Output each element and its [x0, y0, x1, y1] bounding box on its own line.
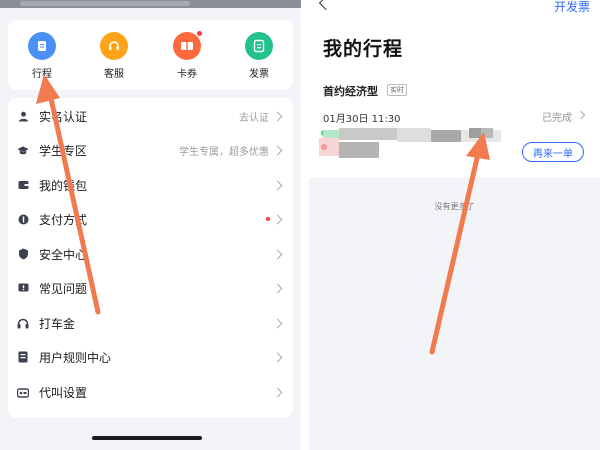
- settings-menu-card: 实名认证 去认证 学生专区 学生专属，超多优惠 我的钱包 支付方式 安全中心 常…: [8, 98, 293, 418]
- menu-item-label: 实名认证: [39, 109, 88, 124]
- chevron-right-icon: [272, 214, 283, 224]
- menu-item-student[interactable]: 学生专区 学生专属，超多优惠: [8, 133, 293, 167]
- menu-item-label: 学生专区: [39, 143, 88, 158]
- menu-item-value: 去认证: [239, 112, 269, 124]
- menu-item-label: 用户规则中心: [39, 350, 112, 365]
- ticket-icon: [173, 31, 202, 60]
- chevron-right-icon: [272, 111, 283, 121]
- wallet-icon: [17, 179, 29, 191]
- trip-time: 01月30日 11:30: [323, 114, 401, 125]
- menu-item-value: 学生专属，超多优惠: [179, 146, 269, 158]
- trip-list-footer: 没有更多了: [309, 178, 600, 450]
- screenshot-stage: 行程 客服 卡券 发票 实名认证 去认证 学生专区 学生专属，超多优惠 我的钱包…: [0, 0, 600, 450]
- quick-action-service[interactable]: 客服: [84, 32, 144, 80]
- quick-action-trip[interactable]: 行程: [12, 32, 72, 80]
- quick-action-label: 卡券: [177, 69, 197, 80]
- chevron-right-icon: [272, 387, 283, 397]
- quick-action-label: 行程: [32, 69, 52, 80]
- chevron-right-icon: [272, 283, 283, 293]
- chevron-right-icon: [576, 110, 586, 120]
- back-arrow-icon[interactable]: [318, 0, 334, 11]
- person-icon: [17, 110, 29, 122]
- car-call-icon: [17, 386, 29, 398]
- quick-actions-card: 行程 客服 卡券 发票: [8, 20, 293, 90]
- headset-icon: [100, 32, 128, 60]
- trip-realtime-tag: 实时: [387, 84, 407, 96]
- question-icon: [17, 282, 29, 294]
- quick-action-label: 客服: [104, 69, 124, 80]
- menu-item-faq[interactable]: 常见问题: [8, 271, 293, 305]
- home-indicator: [92, 436, 202, 440]
- profile-menu-panel: 行程 客服 卡券 发票 实名认证 去认证 学生专区 学生专属，超多优惠 我的钱包…: [0, 0, 301, 450]
- chevron-right-icon: [272, 352, 283, 362]
- menu-item-label: 我的钱包: [39, 178, 88, 193]
- menu-item-real-name[interactable]: 实名认证 去认证: [8, 99, 293, 133]
- my-trips-panel: 开发票 我的行程 首约经济型 实时 01月30日 11:30 已完成 再来一单 …: [309, 0, 600, 450]
- trip-status: 已完成: [542, 113, 572, 124]
- menu-item-wallet[interactable]: 我的钱包: [8, 168, 293, 202]
- chevron-right-icon: [272, 180, 283, 190]
- invoice-icon: [245, 32, 273, 60]
- menu-item-payment[interactable]: 支付方式: [8, 202, 293, 236]
- notification-dot: [266, 217, 270, 221]
- menu-item-label: 安全中心: [39, 247, 88, 262]
- order-again-button[interactable]: 再来一单: [522, 142, 584, 162]
- menu-item-label: 打车金: [39, 316, 76, 331]
- trip-icon: [28, 32, 56, 60]
- chevron-right-icon: [272, 249, 283, 259]
- menu-item-ride-cash[interactable]: 打车金: [8, 306, 293, 340]
- quick-action-coupons[interactable]: 卡券: [157, 31, 217, 80]
- headphones-icon: [17, 317, 29, 329]
- menu-item-label: 常见问题: [39, 281, 88, 296]
- menu-item-label: 代叫设置: [39, 385, 88, 400]
- menu-item-label: 支付方式: [39, 212, 88, 227]
- menu-item-user-rules[interactable]: 用户规则中心: [8, 340, 293, 374]
- menu-item-proxy-call[interactable]: 代叫设置: [8, 375, 293, 409]
- chevron-right-icon: [272, 318, 283, 328]
- trip-car-type: 首约经济型: [323, 85, 378, 98]
- shield-icon: [17, 248, 29, 260]
- payment-icon: [17, 213, 29, 225]
- page-title: 我的行程: [323, 38, 404, 60]
- issue-invoice-link[interactable]: 开发票: [554, 0, 590, 15]
- quick-action-label: 发票: [249, 69, 269, 80]
- blurred-status-bar: [0, 0, 301, 8]
- no-more-text: 没有更多了: [434, 202, 475, 211]
- rulebook-icon: [17, 351, 29, 363]
- menu-item-security[interactable]: 安全中心: [8, 237, 293, 271]
- quick-action-invoice[interactable]: 发票: [229, 32, 289, 80]
- trip-card[interactable]: 首约经济型 实时 01月30日 11:30 已完成 再来一单: [309, 78, 600, 178]
- graduation-cap-icon: [17, 144, 29, 156]
- notification-dot: [197, 31, 202, 36]
- chevron-right-icon: [272, 145, 283, 155]
